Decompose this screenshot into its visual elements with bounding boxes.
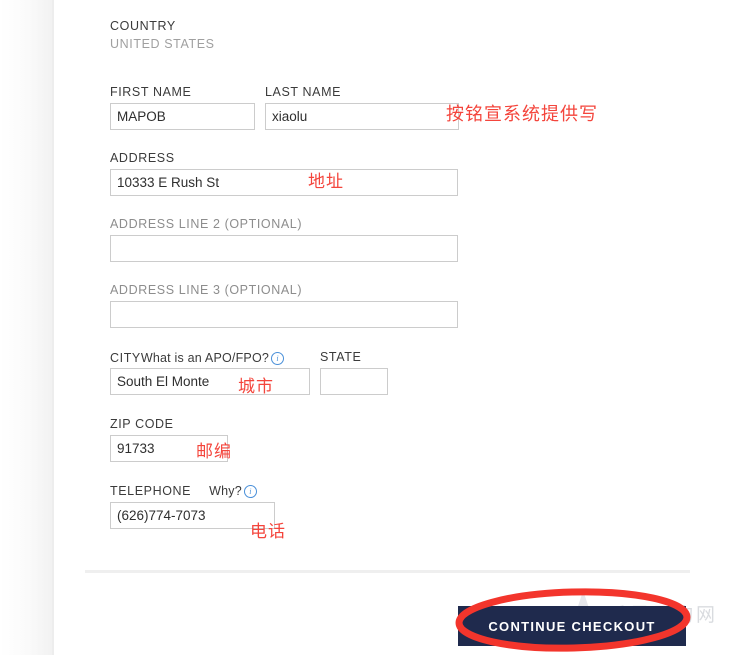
telephone-row: TELEPHONE Why? i xyxy=(110,482,470,530)
address-line-3-row: ADDRESS LINE 3 (OPTIONAL) xyxy=(110,282,470,330)
annotation-zip-note: 邮编 xyxy=(196,442,232,462)
annotation-city-note: 城市 xyxy=(238,377,274,397)
city-label-group: CITYWhat is an APO/FPO? i xyxy=(110,349,285,367)
first-name-input[interactable] xyxy=(110,103,255,130)
address-line-2-label: ADDRESS LINE 2 (OPTIONAL) xyxy=(110,217,303,231)
address-line-3-label: ADDRESS LINE 3 (OPTIONAL) xyxy=(110,283,303,297)
name-row: FIRST NAME LAST NAME xyxy=(110,84,470,132)
first-name-label: FIRST NAME xyxy=(110,85,192,99)
state-label: STATE xyxy=(320,350,362,364)
city-input[interactable] xyxy=(110,368,310,395)
info-circle-icon[interactable]: i xyxy=(271,352,285,365)
annotation-address-note: 地址 xyxy=(308,172,344,192)
country-value: UNITED STATES xyxy=(110,37,215,51)
address-line-2-input[interactable] xyxy=(110,235,458,262)
apo-fpo-link[interactable]: What is an APO/FPO? xyxy=(141,351,269,365)
zip-code-row: ZIP CODE xyxy=(110,416,470,464)
info-circle-icon[interactable]: i xyxy=(243,485,257,498)
zip-code-label: ZIP CODE xyxy=(110,417,174,431)
city-state-row: CITYWhat is an APO/FPO? i STATE xyxy=(110,349,470,397)
footer-divider xyxy=(85,570,690,573)
last-name-input[interactable] xyxy=(265,103,459,130)
address-line-2-row: ADDRESS LINE 2 (OPTIONAL) xyxy=(110,216,470,264)
telephone-label-group: TELEPHONE Why? i xyxy=(110,482,470,500)
why-link[interactable]: Why? xyxy=(209,484,242,498)
address-row: ADDRESS xyxy=(110,150,470,198)
city-label: CITY xyxy=(110,351,141,365)
checkout-shipping-page: COUNTRY UNITED STATES FIRST NAME LAST NA… xyxy=(0,0,750,656)
state-input[interactable] xyxy=(320,368,388,395)
continue-checkout-button[interactable]: CONTINUE CHECKOUT xyxy=(458,606,686,646)
address-line-3-input[interactable] xyxy=(110,301,458,328)
annotation-name-note: 按铭宣系统提供写 xyxy=(446,104,598,125)
annotation-telephone-note: 电话 xyxy=(250,522,286,542)
country-field-group: COUNTRY UNITED STATES xyxy=(110,18,215,53)
address-label: ADDRESS xyxy=(110,151,175,165)
last-name-label: LAST NAME xyxy=(265,85,342,99)
page-left-gutter xyxy=(0,0,52,655)
country-label: COUNTRY xyxy=(110,19,176,33)
address-input[interactable] xyxy=(110,169,458,196)
telephone-label: TELEPHONE xyxy=(110,484,192,498)
